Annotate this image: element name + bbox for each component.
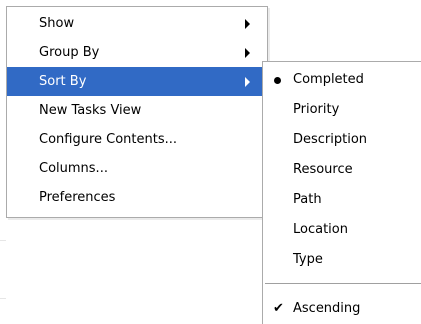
sort-option-resource[interactable]: Resource (263, 155, 421, 185)
menu-item-label: Configure Contents... (39, 132, 178, 147)
menu-item-new-tasks-view[interactable]: New Tasks View (7, 96, 267, 125)
sort-option-label: Resource (293, 162, 353, 177)
menu-item-group-by[interactable]: Group By (7, 38, 267, 67)
context-menu: Show Group By Sort By New Tasks View Con… (6, 6, 268, 218)
menu-item-configure-contents[interactable]: Configure Contents... (7, 125, 267, 154)
sort-option-path[interactable]: Path (263, 185, 421, 215)
divider (0, 240, 6, 241)
menu-item-label: Columns... (39, 161, 108, 176)
menu-item-label: Show (39, 16, 75, 31)
menu-item-label: Group By (39, 45, 100, 60)
menu-item-sort-by[interactable]: Sort By (7, 67, 267, 96)
sort-option-label: Priority (293, 102, 340, 117)
menu-separator (265, 283, 421, 284)
sort-option-location[interactable]: Location (263, 215, 421, 245)
sort-option-completed[interactable]: Completed (263, 65, 421, 95)
sort-option-type[interactable]: Type (263, 245, 421, 275)
submenu-arrow-icon (245, 19, 250, 29)
divider (0, 298, 6, 299)
menu-item-label: Sort By (39, 74, 87, 89)
sort-option-label: Type (293, 252, 323, 267)
menu-item-columns[interactable]: Columns... (7, 154, 267, 183)
bullet-icon (274, 77, 281, 84)
sort-option-label: Path (293, 192, 322, 207)
sort-option-description[interactable]: Description (263, 125, 421, 155)
sort-option-label: Ascending (293, 301, 361, 316)
sort-ascending-toggle[interactable]: ✔ Ascending (263, 294, 421, 324)
sort-option-label: Description (293, 132, 368, 147)
menu-item-preferences[interactable]: Preferences (7, 183, 267, 212)
checkmark-icon: ✔ (273, 301, 284, 316)
menu-item-label: New Tasks View (39, 103, 142, 118)
sort-option-priority[interactable]: Priority (263, 95, 421, 125)
submenu-arrow-icon (245, 77, 250, 87)
sort-option-label: Completed (293, 72, 364, 87)
menu-item-show[interactable]: Show (7, 9, 267, 38)
sort-by-submenu: Completed Priority Description Resource … (262, 61, 421, 324)
submenu-arrow-icon (245, 48, 250, 58)
menu-item-label: Preferences (39, 190, 116, 205)
sort-option-label: Location (293, 222, 348, 237)
